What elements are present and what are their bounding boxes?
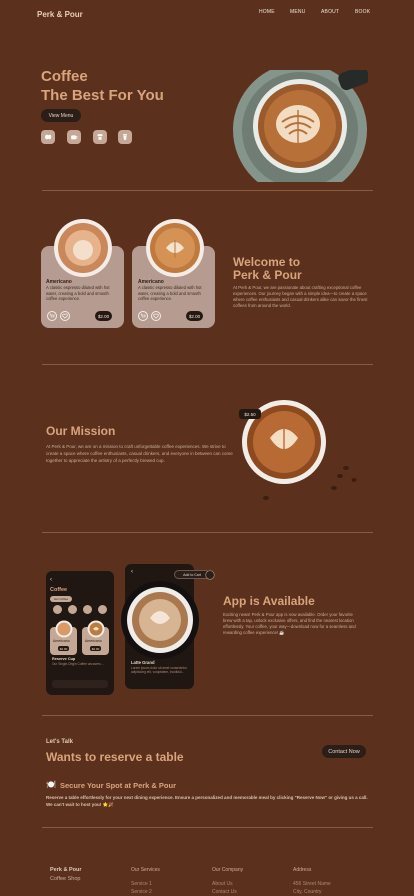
phone-title: Coffee bbox=[50, 587, 68, 593]
price-badge: $2.00 bbox=[95, 311, 112, 321]
back-icon[interactable]: ‹ bbox=[50, 577, 52, 583]
promo-title: Reserve Cup bbox=[52, 657, 76, 661]
filter-chip[interactable]: Hot Coffee bbox=[50, 596, 72, 602]
view-menu-button[interactable]: View Menu bbox=[41, 109, 81, 122]
footer-address-title: Address bbox=[293, 867, 312, 873]
category-icon[interactable] bbox=[53, 605, 62, 614]
footer-services-title: Our Services bbox=[131, 867, 160, 873]
coffee-machine-icon[interactable] bbox=[93, 130, 107, 144]
card-description: A classic espresso diluted with hot wate… bbox=[138, 285, 202, 301]
welcome-title: Welcome to bbox=[233, 255, 301, 269]
mission-text: At Perk & Pour, we are on a mission to c… bbox=[46, 444, 233, 463]
footer-address-line: 456 Street Name bbox=[293, 881, 331, 887]
reserve-eyebrow: Let's Talk bbox=[46, 739, 73, 745]
reserve-heading: Secure Your Spot at Perk & Pour bbox=[60, 781, 177, 790]
footer-link[interactable]: Service 1 bbox=[131, 881, 152, 887]
welcome-text: At Perk & Pour, we are passionate about … bbox=[233, 285, 368, 308]
heart-icon[interactable] bbox=[60, 311, 70, 321]
mini-product-name: Americano bbox=[85, 639, 102, 643]
nav-home[interactable]: HOME bbox=[259, 9, 275, 15]
price-badge: $2.00 bbox=[186, 311, 203, 321]
mini-price: $2.00 bbox=[58, 646, 69, 651]
section-divider bbox=[42, 532, 373, 533]
footer-tagline: Coffee Shop bbox=[50, 876, 81, 882]
nav-about[interactable]: ABOUT bbox=[321, 9, 339, 15]
category-icon[interactable] bbox=[68, 605, 77, 614]
mini-coffee-image bbox=[55, 620, 73, 638]
footer-brand: Perk & Pour bbox=[50, 867, 82, 873]
product-name: Latte Grand bbox=[131, 660, 155, 665]
phone-tab-bar[interactable] bbox=[52, 680, 108, 688]
footer-company-title: Our Company bbox=[212, 867, 244, 873]
dining-icon: 🍽️ bbox=[46, 780, 56, 789]
section-divider bbox=[42, 715, 373, 716]
americano-image bbox=[54, 219, 112, 277]
promo-text: Our Single-Origin Coffee uncovers ... bbox=[52, 662, 105, 666]
nav-book[interactable]: BOOK bbox=[355, 9, 370, 15]
coffee-cup-icon[interactable] bbox=[67, 130, 81, 144]
app-text: Exciting news! Perk & Pour app is now av… bbox=[223, 612, 356, 635]
footer-link[interactable]: Service 2 bbox=[131, 889, 152, 895]
reserve-title: Wants to reserve a table bbox=[46, 750, 184, 764]
mini-coffee-image bbox=[87, 620, 105, 638]
heart-icon[interactable] bbox=[151, 311, 161, 321]
mini-product-name: Americano bbox=[53, 639, 70, 643]
hero-title: Coffee bbox=[41, 68, 88, 85]
reserve-text: Reserve a table effortlessly for your ne… bbox=[46, 795, 368, 807]
product-description: Lorem ipsum dolor sit amet consectetur a… bbox=[131, 666, 187, 674]
app-title: App is Available bbox=[223, 594, 315, 608]
mission-title: Our Mission bbox=[46, 424, 116, 438]
footer-address-line: City, Country bbox=[293, 889, 322, 895]
hero-subtitle: The Best For You bbox=[41, 87, 164, 104]
nav-menu[interactable]: MENU bbox=[290, 9, 306, 15]
section-divider bbox=[42, 190, 373, 191]
footer-link[interactable]: About Us bbox=[212, 881, 233, 887]
category-icon[interactable] bbox=[98, 605, 107, 614]
cart-icon[interactable] bbox=[138, 311, 148, 321]
cart-icon[interactable] bbox=[205, 570, 215, 580]
welcome-title-brand: Perk & Pour bbox=[233, 268, 302, 282]
section-divider bbox=[42, 364, 373, 365]
contact-now-button[interactable]: Contact Now bbox=[322, 745, 366, 758]
price-tag: $2.50 bbox=[239, 409, 261, 419]
brand-logo[interactable]: Perk & Pour bbox=[37, 10, 83, 19]
category-icon[interactable] bbox=[83, 605, 92, 614]
back-icon[interactable]: ‹ bbox=[131, 569, 133, 575]
hero-coffee-image bbox=[233, 70, 368, 182]
takeaway-cup-icon[interactable] bbox=[118, 130, 132, 144]
cart-icon[interactable] bbox=[47, 311, 57, 321]
mini-price: $2.00 bbox=[90, 646, 101, 651]
card-description: A classic espresso diluted with hot wate… bbox=[46, 285, 110, 301]
footer-link[interactable]: Contact Us bbox=[212, 889, 237, 895]
latte-image bbox=[146, 219, 204, 277]
latte-grand-image bbox=[121, 581, 199, 659]
section-divider bbox=[42, 827, 373, 828]
coffee-beans-icon[interactable] bbox=[41, 130, 55, 144]
